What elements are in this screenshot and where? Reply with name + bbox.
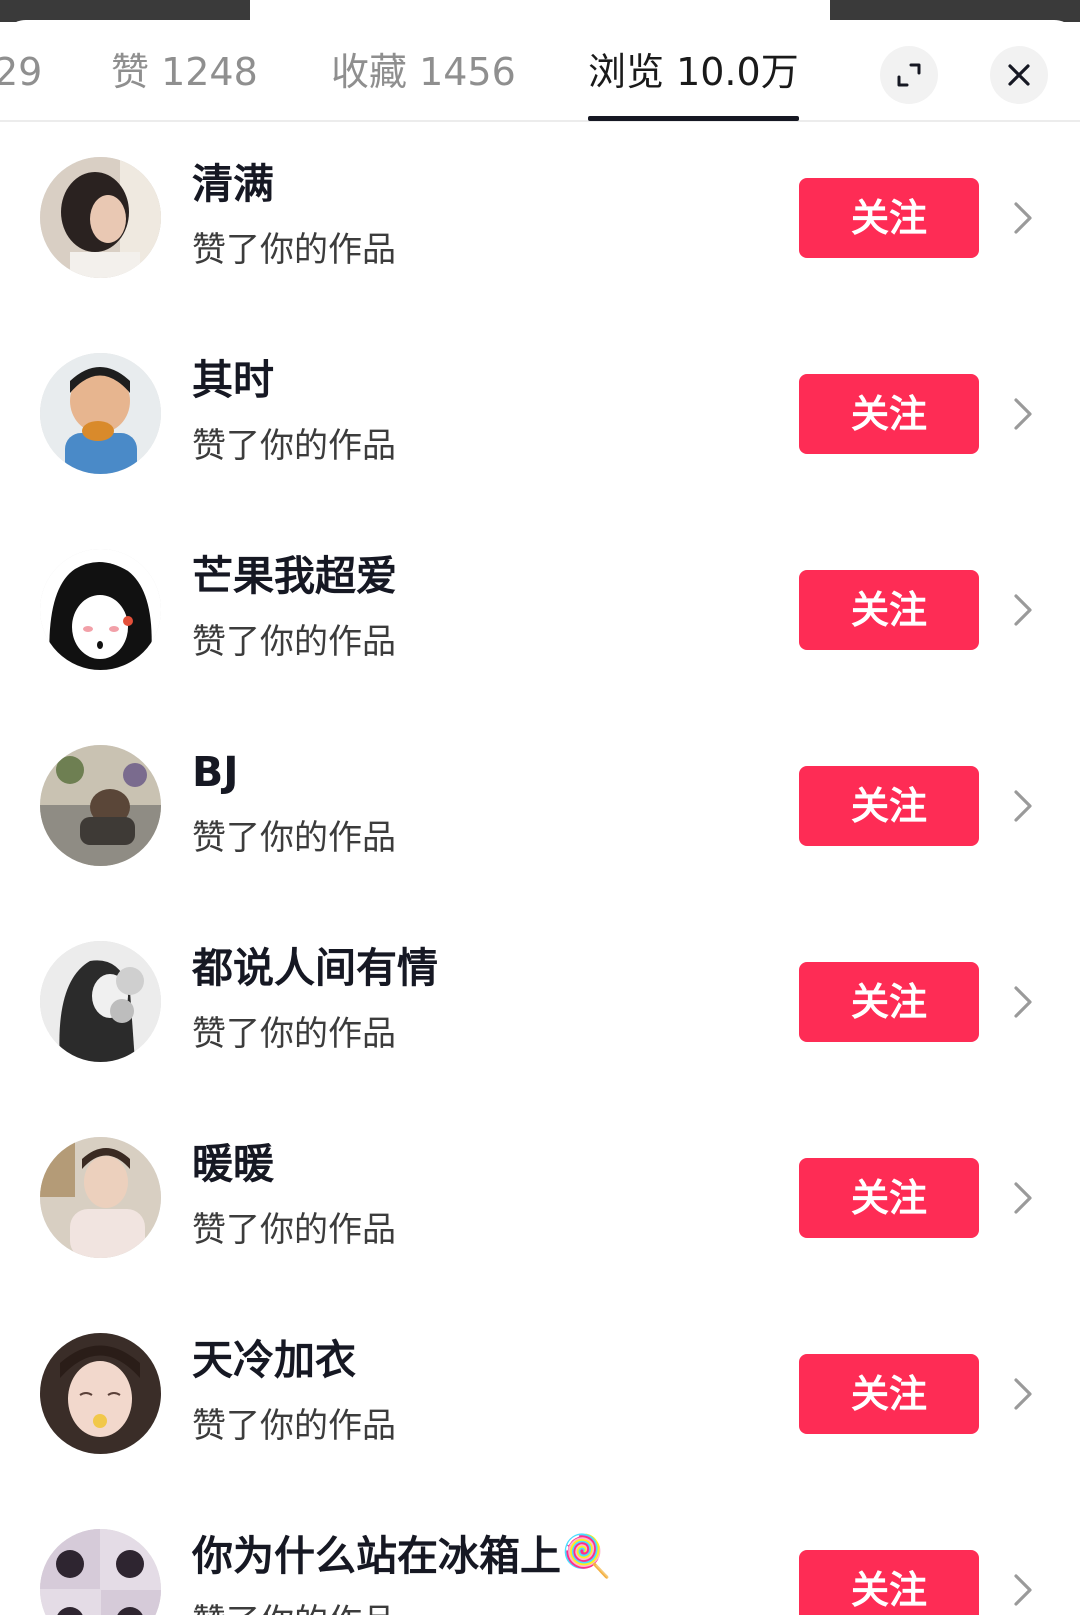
list-item[interactable]: 其时 赞了你的作品 关注 xyxy=(0,316,1080,512)
chevron-right-icon[interactable] xyxy=(1010,1570,1036,1610)
close-icon xyxy=(1008,64,1030,86)
avatar[interactable] xyxy=(40,1137,161,1258)
chevron-right-icon[interactable] xyxy=(1010,198,1036,238)
follow-button[interactable]: 关注 xyxy=(799,570,979,650)
action-text: 赞了你的作品 xyxy=(192,622,396,662)
follow-button[interactable]: 关注 xyxy=(799,766,979,846)
user-name: 都说人间有情 xyxy=(192,944,438,992)
user-name: 其时 xyxy=(192,356,274,404)
follow-button[interactable]: 关注 xyxy=(799,1354,979,1434)
user-name: 芒果我超爱 xyxy=(192,552,397,600)
avatar[interactable] xyxy=(40,549,161,670)
tab-views[interactable]: 浏览 10.0万 xyxy=(588,48,799,96)
chevron-right-icon[interactable] xyxy=(1010,394,1036,434)
action-text: 赞了你的作品 xyxy=(192,1406,396,1446)
avatar[interactable] xyxy=(40,1529,161,1615)
user-name: 你为什么站在冰箱上🍭 xyxy=(192,1532,613,1580)
user-name: BJ xyxy=(192,748,239,796)
avatar[interactable] xyxy=(40,157,161,278)
list-item[interactable]: 清满 赞了你的作品 关注 xyxy=(0,120,1080,316)
list-item[interactable]: 暖暖 赞了你的作品 关注 xyxy=(0,1100,1080,1296)
user-name: 清满 xyxy=(192,160,274,208)
background-dim-right xyxy=(830,0,1080,22)
expand-button[interactable] xyxy=(880,46,938,104)
background-dim-left xyxy=(0,0,250,22)
follow-button[interactable]: 关注 xyxy=(799,374,979,454)
follow-button[interactable]: 关注 xyxy=(799,178,979,258)
tab-favorites[interactable]: 收藏 1456 xyxy=(331,48,516,96)
list-item[interactable]: 你为什么站在冰箱上🍭 赞了你的作品 关注 xyxy=(0,1492,1080,1615)
user-list: 清满 赞了你的作品 关注 其时 赞了你的作品 关注 芒果我超爱 赞了你的作品 关… xyxy=(0,120,1080,1615)
list-item[interactable]: BJ 赞了你的作品 关注 xyxy=(0,708,1080,904)
chevron-right-icon[interactable] xyxy=(1010,1178,1036,1218)
expand-icon xyxy=(897,63,921,87)
avatar[interactable] xyxy=(40,745,161,866)
action-text: 赞了你的作品 xyxy=(192,230,396,270)
tab-likes[interactable]: 赞 1248 xyxy=(111,48,258,96)
action-text: 赞了你的作品 xyxy=(192,1600,396,1615)
avatar[interactable] xyxy=(40,1333,161,1454)
avatar[interactable] xyxy=(40,353,161,474)
action-text: 赞了你的作品 xyxy=(192,1014,396,1054)
list-item[interactable]: 天冷加衣 赞了你的作品 关注 xyxy=(0,1296,1080,1492)
follow-button[interactable]: 关注 xyxy=(799,1550,979,1615)
chevron-right-icon[interactable] xyxy=(1010,982,1036,1022)
tab-bar: 29 赞 1248 收藏 1456 浏览 10.0万 xyxy=(0,20,1080,122)
action-text: 赞了你的作品 xyxy=(192,1210,396,1250)
follow-button[interactable]: 关注 xyxy=(799,1158,979,1238)
close-button[interactable] xyxy=(990,46,1048,104)
chevron-right-icon[interactable] xyxy=(1010,590,1036,630)
user-name: 暖暖 xyxy=(192,1140,274,1188)
list-item[interactable]: 芒果我超爱 赞了你的作品 关注 xyxy=(0,512,1080,708)
user-name: 天冷加衣 xyxy=(192,1336,356,1384)
chevron-right-icon[interactable] xyxy=(1010,786,1036,826)
interaction-panel: 29 赞 1248 收藏 1456 浏览 10.0万 清满 赞了你的作品 关注 … xyxy=(0,20,1080,1615)
follow-button[interactable]: 关注 xyxy=(799,962,979,1042)
action-text: 赞了你的作品 xyxy=(192,818,396,858)
action-text: 赞了你的作品 xyxy=(192,426,396,466)
top-strip xyxy=(0,0,1080,22)
chevron-right-icon[interactable] xyxy=(1010,1374,1036,1414)
avatar[interactable] xyxy=(40,941,161,1062)
list-item[interactable]: 都说人间有情 赞了你的作品 关注 xyxy=(0,904,1080,1100)
tab-partial[interactable]: 29 xyxy=(0,48,42,96)
